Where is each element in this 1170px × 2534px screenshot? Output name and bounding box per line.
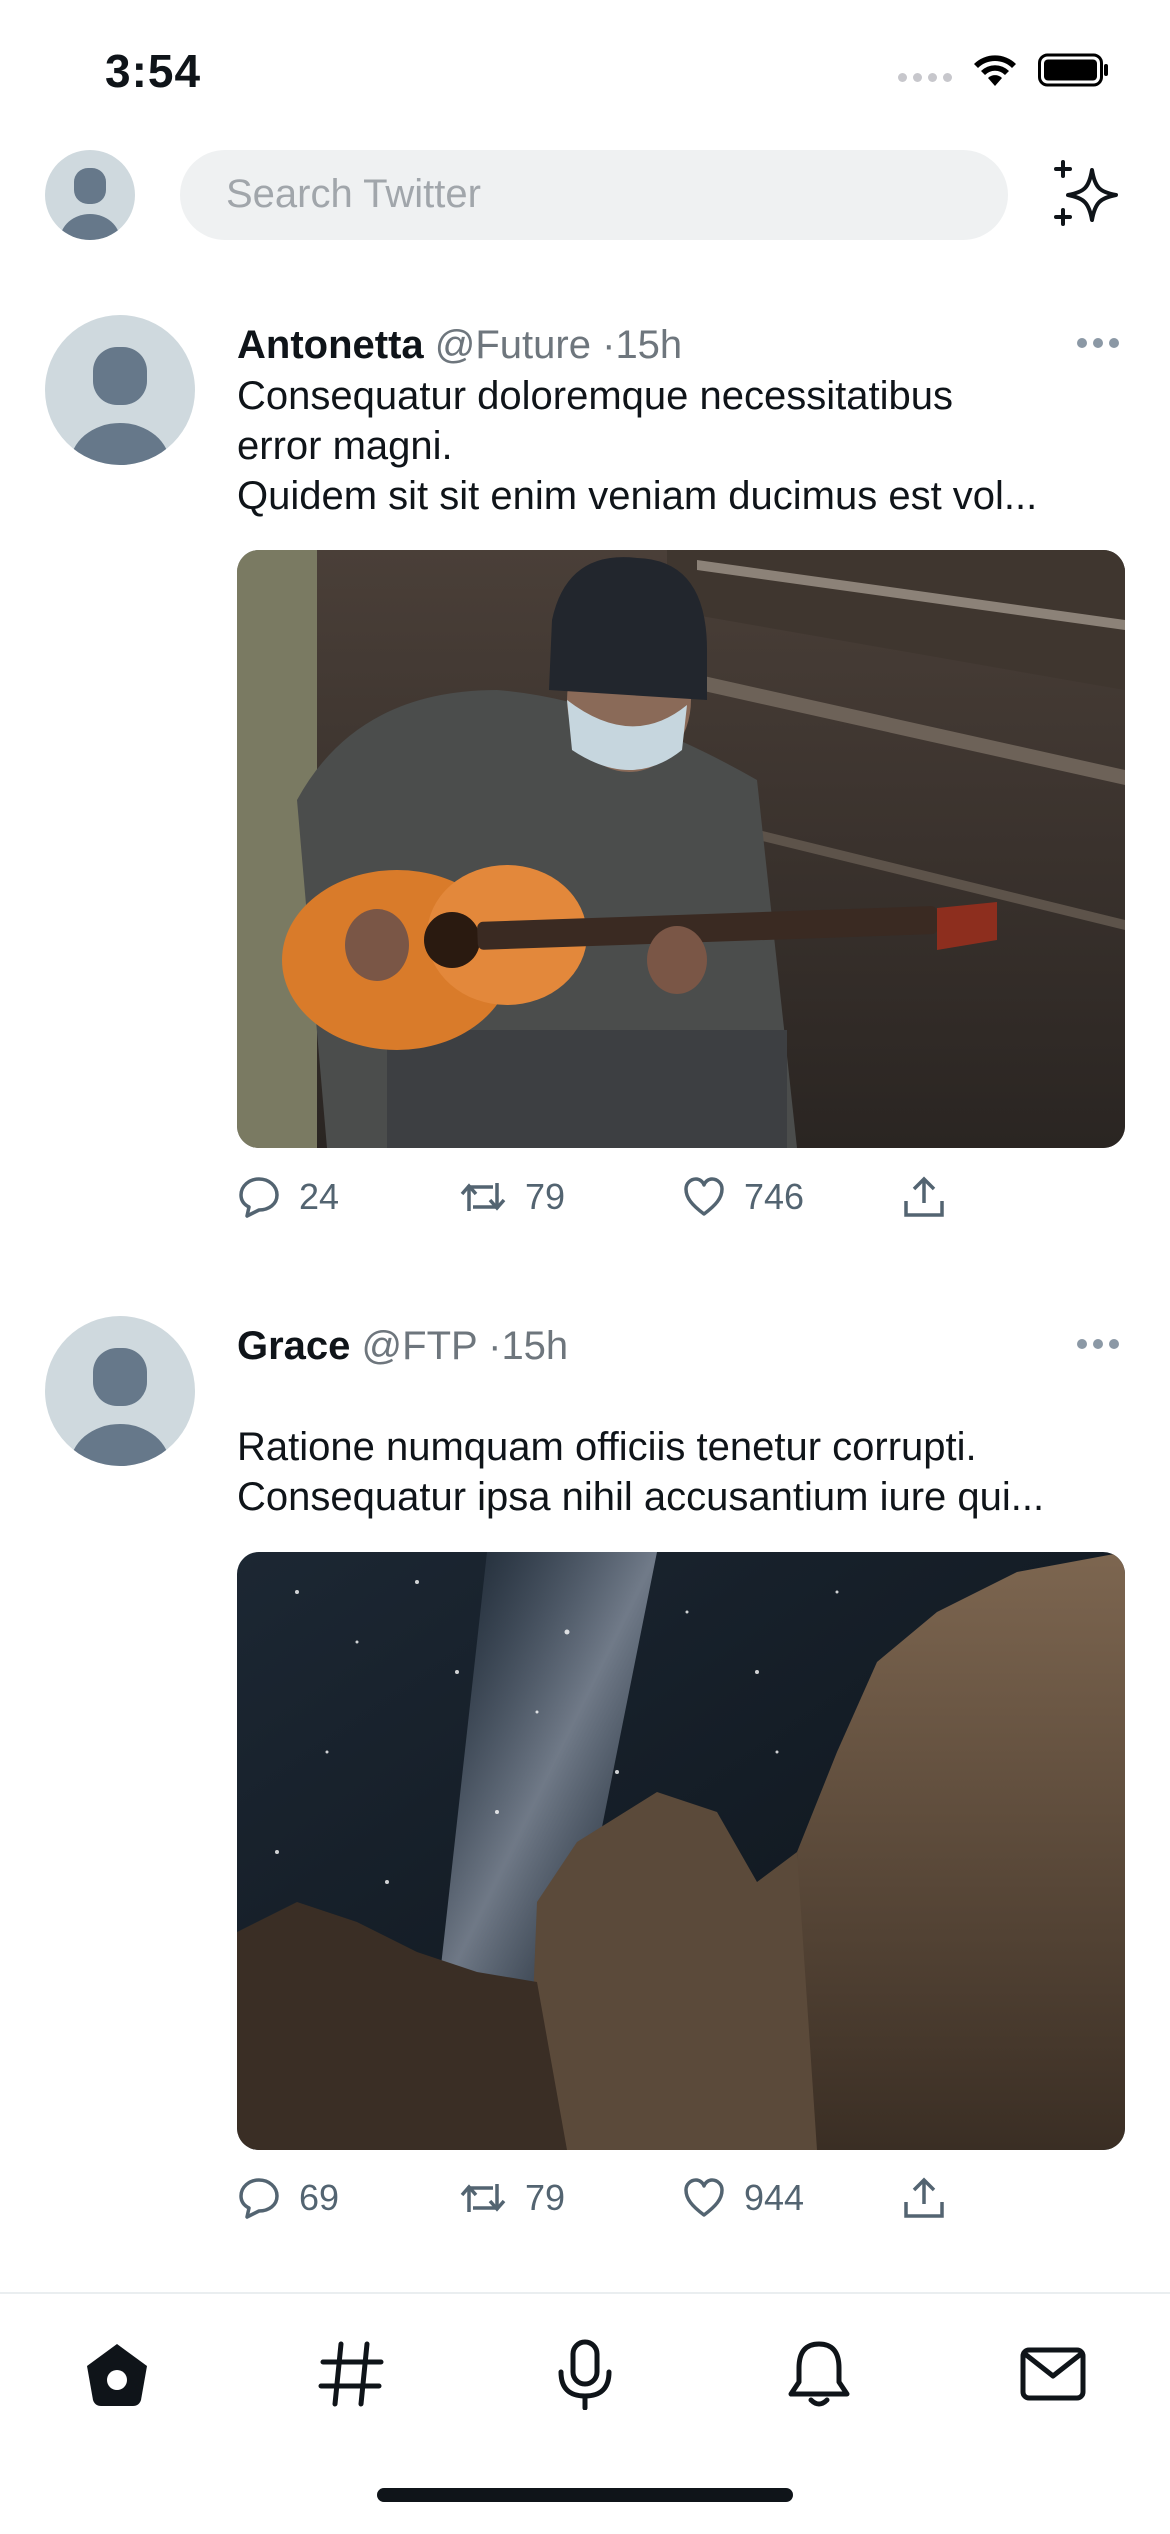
reply-button[interactable]: 69 — [237, 2176, 339, 2220]
like-button[interactable]: 944 — [682, 2176, 804, 2220]
more-options-button[interactable] — [1075, 333, 1121, 353]
more-dots-icon — [1077, 1339, 1119, 1349]
status-time: 3:54 — [105, 45, 202, 97]
default-avatar-icon — [70, 1348, 170, 1466]
cellular-signal-icon — [898, 72, 952, 82]
tweet-text-line: Quidem sit sit enim veniam ducimus est v… — [237, 474, 1038, 518]
profile-avatar[interactable] — [45, 150, 135, 240]
share-button[interactable] — [902, 1175, 946, 1219]
battery-icon — [1038, 53, 1108, 87]
bell-icon — [788, 2341, 850, 2407]
reply-count: 69 — [299, 2177, 340, 2218]
tab-notifications[interactable] — [779, 2334, 859, 2414]
home-icon — [87, 2344, 147, 2406]
author-handle: @FTP — [361, 1324, 477, 1368]
author-name[interactable]: Antonetta — [237, 323, 424, 367]
share-icon — [904, 2177, 944, 2218]
default-avatar-icon — [70, 347, 170, 465]
tweet-time: 15h — [615, 323, 683, 367]
hashtag-icon — [318, 2341, 384, 2407]
retweet-count: 79 — [525, 2177, 566, 2218]
share-icon — [904, 1176, 944, 1217]
tweet-text-line — [237, 1372, 1127, 1422]
reply-button[interactable]: 24 — [237, 1175, 339, 1219]
tweet-actions: 69 79 944 — [237, 2176, 1125, 2236]
heart-icon — [684, 1177, 724, 1216]
sparkle-button[interactable] — [1050, 158, 1124, 232]
default-avatar-icon — [60, 168, 120, 240]
tweet-text-line: error magni. — [237, 424, 453, 468]
tweet-actions: 24 79 746 — [237, 1175, 1125, 1235]
retweet-button[interactable]: 79 — [459, 2176, 565, 2220]
search-input[interactable]: Search Twitter — [180, 150, 1008, 240]
more-dots-icon — [1077, 338, 1119, 348]
microphone-icon — [558, 2339, 612, 2410]
tweet-header: Grace @FTP ·15h — [237, 1324, 568, 1369]
retweet-icon — [460, 2184, 506, 2212]
search-placeholder: Search Twitter — [226, 172, 481, 216]
tweet-text-line: Ratione numquam officiis tenetur corrupt… — [237, 1425, 977, 1469]
separator-dot: · — [602, 323, 616, 367]
wifi-icon — [974, 55, 1016, 86]
tweet-text-line: Consequatur ipsa nihil accusantium iure … — [237, 1475, 1045, 1519]
tweet-media-image[interactable] — [237, 1552, 1125, 2150]
heart-icon — [684, 2178, 724, 2217]
reply-count: 24 — [299, 1176, 340, 1217]
tweet[interactable]: Grace @FTP ·15h Ratione numquam officiis… — [0, 1316, 1170, 2266]
tab-messages[interactable] — [1013, 2334, 1093, 2414]
retweet-icon — [460, 1183, 506, 1211]
like-button[interactable]: 746 — [682, 1175, 804, 1219]
tweet-text: Consequatur doloremque necessitatibus er… — [237, 371, 1127, 521]
tweet-header: Antonetta @Future ·15h — [237, 323, 682, 368]
tweet-text-line: Consequatur doloremque necessitatibus — [237, 374, 953, 418]
tweet-text: Ratione numquam officiis tenetur corrupt… — [237, 1372, 1127, 1522]
milky-way-photo — [237, 1552, 1125, 2150]
header: Search Twitter — [0, 140, 1170, 250]
tweet-time: 15h — [501, 1324, 569, 1368]
tab-home[interactable] — [77, 2334, 157, 2414]
home-indicator — [377, 2488, 793, 2502]
tweet-media-image[interactable] — [237, 550, 1125, 1148]
tweet[interactable]: Antonetta @Future ·15h Consequatur dolor… — [0, 315, 1170, 1265]
guitar-player-photo — [237, 550, 1125, 1148]
mail-icon — [1020, 2347, 1086, 2401]
retweet-button[interactable]: 79 — [459, 1175, 565, 1219]
separator-dot: · — [488, 1324, 502, 1368]
retweet-count: 79 — [525, 1176, 566, 1217]
tab-spaces[interactable] — [545, 2334, 625, 2414]
like-count: 944 — [744, 2177, 805, 2218]
reply-icon — [239, 1177, 279, 1218]
author-name[interactable]: Grace — [237, 1324, 350, 1368]
tweet-avatar[interactable] — [45, 1316, 195, 1466]
reply-icon — [239, 2178, 279, 2219]
sparkle-icon — [1054, 160, 1118, 226]
status-bar: 3:54 — [0, 0, 1170, 140]
author-handle: @Future — [434, 323, 591, 367]
share-button[interactable] — [902, 2176, 946, 2220]
status-indicators — [898, 52, 1110, 88]
tab-explore[interactable] — [311, 2334, 391, 2414]
tweet-avatar[interactable] — [45, 315, 195, 465]
more-options-button[interactable] — [1075, 1334, 1121, 1354]
like-count: 746 — [744, 1176, 805, 1217]
